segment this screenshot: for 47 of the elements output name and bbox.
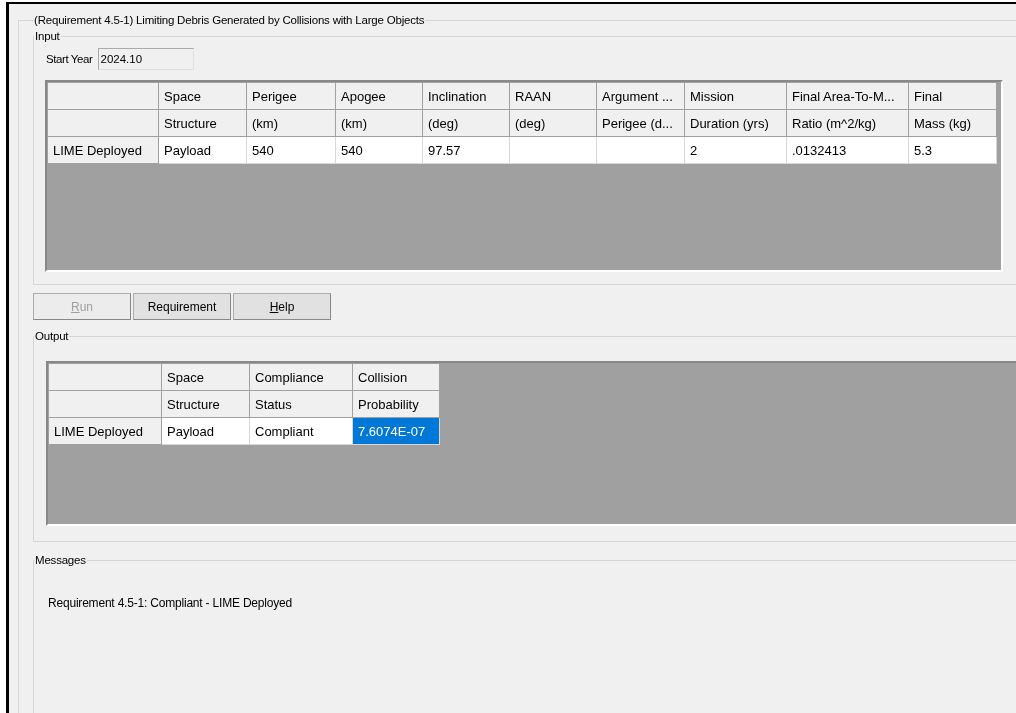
table-cell[interactable]: 540 [335, 136, 423, 164]
column-header[interactable]: Structure [161, 390, 250, 418]
column-header[interactable]: Space [158, 82, 247, 110]
field-label: Start Year [46, 53, 93, 65]
column-header[interactable]: (deg) [509, 109, 597, 137]
table-cell[interactable] [596, 136, 685, 164]
action-button[interactable]: Help [233, 293, 331, 320]
row-header[interactable]: LIME Deployed [48, 417, 162, 445]
column-header[interactable]: Argument ... [596, 82, 685, 110]
column-header[interactable]: Ratio (m^2/kg) [786, 109, 909, 137]
column-header[interactable]: Probability [352, 390, 440, 418]
column-header[interactable]: (deg) [422, 109, 510, 137]
column-header[interactable]: (km) [246, 109, 336, 137]
column-header[interactable]: Structure [158, 109, 247, 137]
column-header[interactable]: Collision [352, 363, 440, 391]
column-header[interactable]: Final Area-To-M... [786, 82, 909, 110]
column-header[interactable]: Space [161, 363, 250, 391]
table-cell[interactable]: Compliant [249, 417, 353, 445]
column-header[interactable]: Inclination [422, 82, 510, 110]
group-title: Input [34, 30, 61, 42]
group-title: Output [34, 330, 70, 342]
group-title: (Requirement 4.5-1) Limiting Debris Generated by Collisions with Large Objects [33, 14, 426, 26]
table-cell[interactable]: Payload [161, 417, 250, 445]
table-cell[interactable]: 540 [246, 136, 336, 164]
table-cell[interactable]: 7.6074E-07 [352, 417, 440, 445]
column-header[interactable]: Perigee (d... [596, 109, 685, 137]
group-title: Messages [34, 554, 87, 566]
column-header[interactable]: Duration (yrs) [684, 109, 787, 137]
start-year-field[interactable]: 2024.10 [97, 48, 194, 70]
table-cell[interactable] [509, 136, 597, 164]
table-cell[interactable]: .0132413 [786, 136, 909, 164]
column-header[interactable]: Apogee [335, 82, 423, 110]
table-cell[interactable]: 2 [684, 136, 787, 164]
table-cell[interactable]: Payload [158, 136, 247, 164]
column-header[interactable]: Compliance [249, 363, 353, 391]
message-text: Requirement 4.5-1: Compliant - LIME Deployed [47, 595, 293, 610]
action-button[interactable]: Requirement [133, 293, 231, 320]
column-header[interactable]: Final [908, 82, 997, 110]
table-cell[interactable]: 5.3 [908, 136, 997, 164]
column-header[interactable]: Mass (kg) [908, 109, 997, 137]
column-header[interactable]: Perigee [246, 82, 336, 110]
column-header[interactable]: Mission [684, 82, 787, 110]
column-header[interactable]: RAAN [509, 82, 597, 110]
row-header[interactable]: LIME Deployed [47, 136, 159, 164]
column-header[interactable]: (km) [335, 109, 423, 137]
table-cell[interactable]: 97.57 [422, 136, 510, 164]
column-header[interactable]: Status [249, 390, 353, 418]
